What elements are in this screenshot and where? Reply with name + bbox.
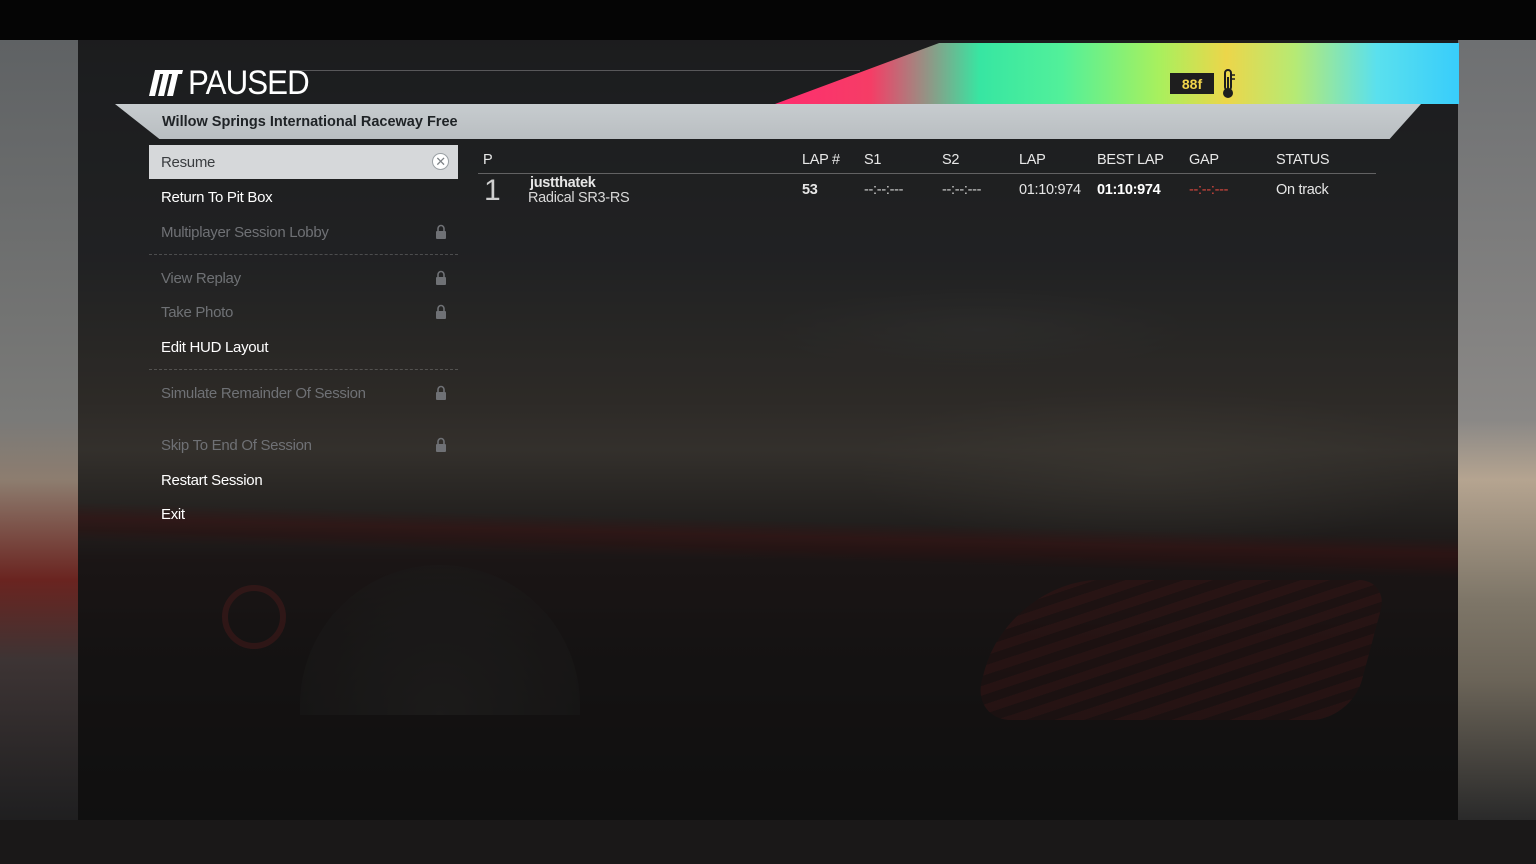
menu-divider	[149, 254, 458, 255]
menu-item-label: Simulate Remainder Of Session	[161, 384, 366, 402]
best-lap-value: 01:10:974	[1097, 182, 1161, 198]
column-header-position: P	[483, 152, 493, 168]
resume-button[interactable]: Resume ✕	[149, 145, 458, 179]
top-letterbox	[0, 0, 1536, 40]
menu-divider	[149, 369, 458, 370]
multiplayer-session-lobby-button[interactable]: Multiplayer Session Lobby	[149, 215, 458, 249]
row-position: 1	[484, 174, 501, 207]
s2-value: --:--:---	[942, 182, 982, 198]
menu-item-label: Take Photo	[161, 303, 234, 321]
header-divider	[300, 70, 860, 71]
skip-to-end-button[interactable]: Skip To End Of Session	[149, 428, 458, 462]
menu-item-label: View Replay	[161, 269, 241, 287]
track-name: Willow Springs International Raceway Fre…	[162, 114, 458, 130]
menu-item-label: Exit	[161, 505, 185, 523]
scene-right-edge	[1458, 40, 1536, 820]
lock-icon	[436, 270, 446, 285]
restart-session-button[interactable]: Restart Session	[149, 463, 458, 497]
column-header-lap-number: LAP #	[802, 152, 840, 168]
game-logo-icon	[149, 70, 183, 96]
bottom-letterbox	[0, 820, 1536, 864]
column-header-best-lap: BEST LAP	[1097, 152, 1164, 168]
return-to-pit-box-button[interactable]: Return To Pit Box	[149, 180, 458, 214]
exit-button[interactable]: Exit	[149, 497, 458, 531]
driver-name: justthatek	[530, 175, 596, 191]
lock-icon	[436, 385, 446, 400]
scene-left-edge	[0, 40, 78, 820]
thermometer-icon	[1223, 69, 1235, 98]
temperature-badge: 88f	[1170, 73, 1214, 94]
s1-value: --:--:---	[864, 182, 904, 198]
column-header-s2: S2	[942, 152, 960, 168]
column-header-s1: S1	[864, 152, 882, 168]
view-replay-button[interactable]: View Replay	[149, 261, 458, 295]
menu-item-label: Resume	[161, 153, 216, 171]
page-title: PAUSED	[188, 64, 310, 102]
close-icon[interactable]: ✕	[432, 153, 449, 170]
edit-hud-layout-button[interactable]: Edit HUD Layout	[149, 330, 458, 364]
gap-value: --:--:---	[1189, 182, 1229, 198]
simulate-remainder-button[interactable]: Simulate Remainder Of Session	[149, 376, 458, 410]
menu-item-label: Multiplayer Session Lobby	[161, 223, 329, 241]
take-photo-button[interactable]: Take Photo	[149, 295, 458, 329]
car-name: Radical SR3-RS	[528, 190, 630, 206]
status-value: On track	[1276, 182, 1329, 198]
menu-item-label: Return To Pit Box	[161, 188, 273, 206]
lap-number-value: 53	[802, 182, 818, 198]
column-header-status: STATUS	[1276, 152, 1330, 168]
lock-icon	[436, 224, 446, 239]
lock-icon	[436, 304, 446, 319]
lock-icon	[436, 437, 446, 452]
column-header-lap: LAP	[1019, 152, 1046, 168]
column-header-gap: GAP	[1189, 152, 1219, 168]
menu-item-label: Edit HUD Layout	[161, 338, 269, 356]
menu-item-label: Restart Session	[161, 471, 263, 489]
lap-time-value: 01:10:974	[1019, 182, 1081, 198]
menu-item-label: Skip To End Of Session	[161, 436, 312, 454]
table-header-divider	[478, 173, 1376, 174]
